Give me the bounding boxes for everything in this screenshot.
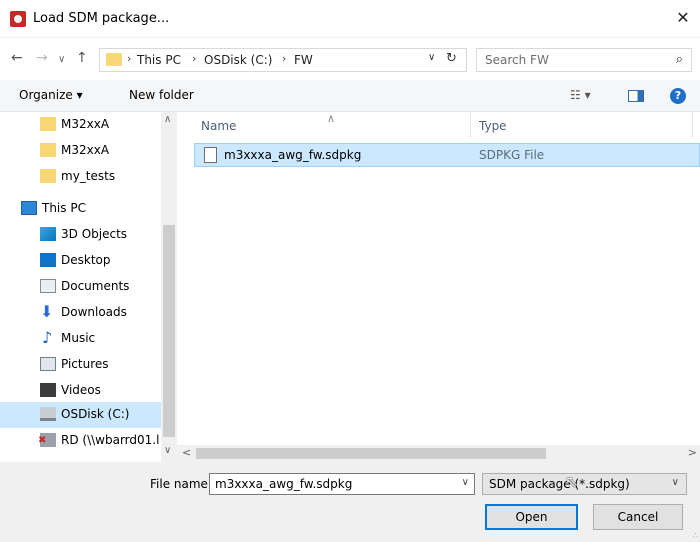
nav-item-label: 3D Objects (61, 227, 128, 241)
nav-item-label: OSDisk (C:) (61, 407, 130, 421)
music-icon (40, 328, 56, 347)
column-header-type[interactable]: Type (479, 119, 507, 133)
scroll-right-icon[interactable]: > (688, 446, 697, 459)
file-name-value[interactable]: m3xxxa_awg_fw.sdpkg (215, 477, 352, 491)
mouse-cursor-icon: ⇖ (565, 472, 579, 491)
computer-icon (21, 201, 37, 215)
back-icon[interactable]: ← (11, 50, 23, 66)
folder-icon (106, 53, 122, 66)
forward-icon[interactable]: → (36, 50, 48, 66)
app-icon (10, 11, 26, 27)
nav-item-label: Downloads (61, 305, 127, 319)
horizontal-scrollbar[interactable]: < > (177, 445, 700, 462)
column-divider[interactable] (692, 112, 693, 138)
command-bar: Organize ▾ New folder ☷ ▾ ? (0, 80, 700, 112)
column-headers: Name ∧ Type (177, 112, 700, 138)
scrollbar-thumb[interactable] (163, 225, 175, 437)
desktop-icon (40, 253, 56, 267)
file-name: m3xxxa_awg_fw.sdpkg (224, 148, 362, 162)
nav-item-label: M32xxA (61, 143, 110, 157)
nav-item-label: Documents (61, 279, 130, 293)
nav-item-m32xxa-2[interactable]: M32xxA (0, 138, 161, 164)
scroll-left-icon[interactable]: < (182, 446, 191, 459)
nav-pane-scrollbar[interactable]: ∧ ∨ (161, 112, 177, 462)
file-type-filter-value: SDM package (*.sdpkg) (489, 477, 630, 491)
navigation-pane: M32xxA M32xxA my_tests This PC 3D Object… (0, 112, 177, 462)
search-input[interactable]: Search FW ⌕ (476, 48, 692, 72)
refresh-icon[interactable]: ↻ (446, 51, 457, 66)
organize-button[interactable]: Organize ▾ (19, 88, 83, 102)
scroll-up-icon[interactable]: ∧ (164, 114, 171, 125)
file-icon (204, 147, 217, 163)
breadcrumb-this-pc[interactable]: This PC (137, 53, 181, 67)
address-bar[interactable]: › This PC › OSDisk (C:) › FW ∨ ↻ (99, 48, 467, 72)
new-folder-button[interactable]: New folder (129, 88, 194, 102)
dialog-footer: File name: m3xxxa_awg_fw.sdpkg ∨ SDM pac… (0, 462, 700, 542)
sort-ascending-icon: ∧ (327, 112, 336, 125)
videos-icon (40, 383, 56, 397)
nav-item-m32xxa-1[interactable]: M32xxA (0, 112, 161, 138)
nav-item-label: my_tests (61, 169, 116, 183)
nav-item-label: Music (61, 331, 96, 345)
nav-item-videos[interactable]: Videos (0, 378, 161, 404)
change-view-button[interactable]: ☷ ▾ (570, 88, 591, 102)
3d-objects-icon (40, 227, 56, 241)
address-dropdown-icon[interactable]: ∨ (428, 52, 435, 63)
file-row[interactable]: m3xxxa_awg_fw.sdpkg SDPKG File (194, 143, 700, 167)
nav-item-label: M32xxA (61, 117, 110, 131)
nav-item-label: Videos (61, 383, 101, 397)
nav-item-label: Pictures (61, 357, 109, 371)
folder-icon (40, 117, 56, 131)
search-icon[interactable]: ⌕ (676, 52, 683, 67)
chevron-right-icon[interactable]: › (127, 52, 131, 65)
open-button[interactable]: Open (485, 504, 578, 530)
breadcrumb-fw[interactable]: FW (294, 53, 313, 67)
nav-item-label: This PC (42, 201, 86, 215)
help-icon[interactable]: ? (670, 88, 686, 104)
nav-item-label: Desktop (61, 253, 111, 267)
recent-locations-icon[interactable]: ∨ (58, 54, 65, 65)
up-icon[interactable]: ↑ (76, 50, 88, 66)
chevron-down-icon[interactable]: ∨ (462, 477, 469, 488)
file-name-label: File name: (150, 477, 212, 491)
downloads-icon (40, 302, 56, 321)
preview-pane-icon[interactable] (628, 90, 644, 102)
column-header-name[interactable]: Name (201, 119, 236, 133)
nav-item-documents[interactable]: Documents (0, 274, 161, 300)
file-list: Name ∧ Type m3xxxa_awg_fw.sdpkg SDPKG Fi… (177, 112, 700, 462)
pictures-icon (40, 357, 56, 371)
chevron-down-icon[interactable]: ∨ (672, 477, 679, 488)
file-type-filter[interactable]: SDM package (*.sdpkg) ∨ (482, 473, 687, 495)
chevron-right-icon[interactable]: › (282, 52, 286, 65)
window-title: Load SDM package... (33, 11, 170, 26)
file-name-field[interactable]: m3xxxa_awg_fw.sdpkg ∨ (209, 473, 475, 495)
folder-icon (40, 143, 56, 157)
close-button[interactable]: ✕ (666, 4, 700, 32)
nav-item-3d-objects[interactable]: 3D Objects (0, 222, 161, 248)
nav-item-label: RD (\\wbarrd01.l (61, 433, 160, 447)
nav-item-pictures[interactable]: Pictures (0, 352, 161, 378)
nav-item-network-drive[interactable]: RD (\\wbarrd01.l (0, 428, 161, 454)
nav-item-music[interactable]: Music (0, 326, 161, 352)
nav-item-downloads[interactable]: Downloads (0, 300, 161, 326)
breadcrumb-osdisk[interactable]: OSDisk (C:) (204, 53, 272, 67)
nav-item-this-pc[interactable]: This PC (0, 196, 161, 222)
documents-icon (40, 279, 56, 293)
column-divider[interactable] (470, 112, 471, 138)
search-placeholder: Search FW (485, 53, 549, 67)
nav-item-osdisk[interactable]: OSDisk (C:) (0, 402, 161, 428)
scroll-down-icon[interactable]: ∨ (164, 445, 171, 456)
cancel-button[interactable]: Cancel (593, 504, 683, 530)
network-drive-icon (38, 433, 56, 447)
nav-item-desktop[interactable]: Desktop (0, 248, 161, 274)
title-bar: Load SDM package... ✕ (0, 0, 700, 38)
folder-icon (40, 169, 56, 183)
file-type: SDPKG File (479, 148, 545, 162)
scrollbar-thumb[interactable] (196, 448, 546, 459)
resize-grip-icon[interactable]: ∴ (693, 531, 698, 540)
chevron-right-icon[interactable]: › (192, 52, 196, 65)
nav-item-my-tests[interactable]: my_tests (0, 164, 161, 190)
disk-icon (40, 407, 56, 421)
